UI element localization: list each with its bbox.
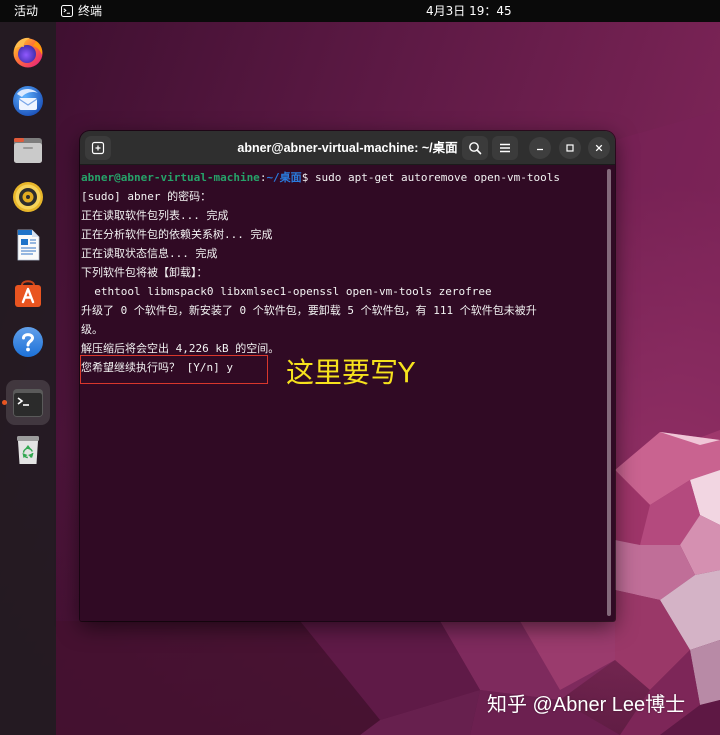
clock[interactable]: 4月3日 19：45 [426, 0, 512, 22]
output-line: 正在读取状态信息... 完成 [81, 247, 218, 260]
top-bar: 活动 终端 4月3日 19：45 [0, 0, 720, 22]
output-line: [sudo] abner 的密码： [81, 190, 212, 203]
search-button[interactable] [462, 136, 488, 160]
menu-icon [500, 143, 510, 153]
terminal-icon [61, 5, 73, 17]
watermark: 知乎 @Abner Lee博士 [487, 694, 686, 716]
dock-item-firefox[interactable] [6, 30, 50, 74]
maximize-button[interactable] [559, 137, 581, 159]
output-line: ethtool libmspack0 libxmlsec1-openssl op… [81, 285, 492, 298]
new-tab-icon [91, 141, 105, 155]
output-line: 级。 [81, 323, 103, 336]
dock-item-help[interactable] [6, 320, 50, 364]
menu-button[interactable] [492, 136, 518, 160]
help-icon [13, 327, 43, 357]
close-icon [595, 144, 603, 152]
terminal-output[interactable]: abner@abner-virtual-machine:~/桌面$ sudo a… [80, 165, 615, 621]
search-icon [469, 142, 482, 155]
dock-item-terminal[interactable] [6, 380, 50, 425]
window-title-area: abner@abner-virtual-machine: ~/桌面 [120, 131, 485, 165]
rhythmbox-icon [13, 182, 43, 212]
output-line: 正在读取软件包列表... 完成 [81, 209, 229, 222]
window-title: abner@abner-virtual-machine: ~/桌面 [237, 141, 458, 155]
firefox-icon [13, 37, 43, 68]
prompt-path: ~/桌面 [266, 171, 302, 184]
output-line: 正在分析软件包的依赖关系树... 完成 [81, 228, 273, 241]
libreoffice-writer-icon [17, 229, 40, 261]
prompt-command: sudo apt-get autoremove open-vm-tools [314, 171, 560, 184]
close-button[interactable] [588, 137, 610, 159]
minimize-button[interactable] [529, 137, 551, 159]
ubuntu-software-icon [15, 280, 41, 307]
maximize-icon [566, 144, 574, 152]
activities-button[interactable]: 活动 [14, 0, 38, 22]
prompt-symbol: $ [301, 171, 309, 184]
minimize-icon [537, 148, 543, 151]
thunderbird-icon [13, 86, 43, 116]
trash-icon [17, 436, 39, 464]
dock-item-ubuntu-software[interactable] [6, 271, 50, 315]
dock [0, 22, 56, 735]
terminal-icon [13, 388, 43, 417]
scrollbar[interactable] [607, 169, 611, 616]
files-icon [14, 138, 42, 163]
dock-item-libreoffice-writer[interactable] [6, 223, 50, 267]
prompt-line: abner@abner-virtual-machine:~/桌面$ sudo a… [81, 168, 615, 187]
app-menu-label: 终端 [78, 4, 103, 18]
terminal-titlebar[interactable]: abner@abner-virtual-machine: ~/桌面 [80, 131, 615, 165]
dock-item-rhythmbox[interactable] [6, 175, 50, 219]
dock-item-trash[interactable] [6, 428, 50, 472]
dock-item-thunderbird[interactable] [6, 79, 50, 123]
output-line: 升级了 0 个软件包，新安装了 0 个软件包，要卸载 5 个软件包，有 111 … [81, 304, 537, 317]
wallpaper-shape [615, 110, 720, 470]
dock-item-files[interactable] [6, 128, 50, 172]
app-menu-button[interactable]: 终端 [61, 0, 102, 22]
prompt-user-host: abner@abner-virtual-machine [81, 171, 260, 184]
new-tab-button[interactable] [85, 136, 111, 160]
annotation-text: 这里要写Y [286, 356, 416, 389]
annotation-highlight-box [80, 355, 268, 384]
output-line: 下列软件包将被【卸载】： [81, 266, 208, 279]
